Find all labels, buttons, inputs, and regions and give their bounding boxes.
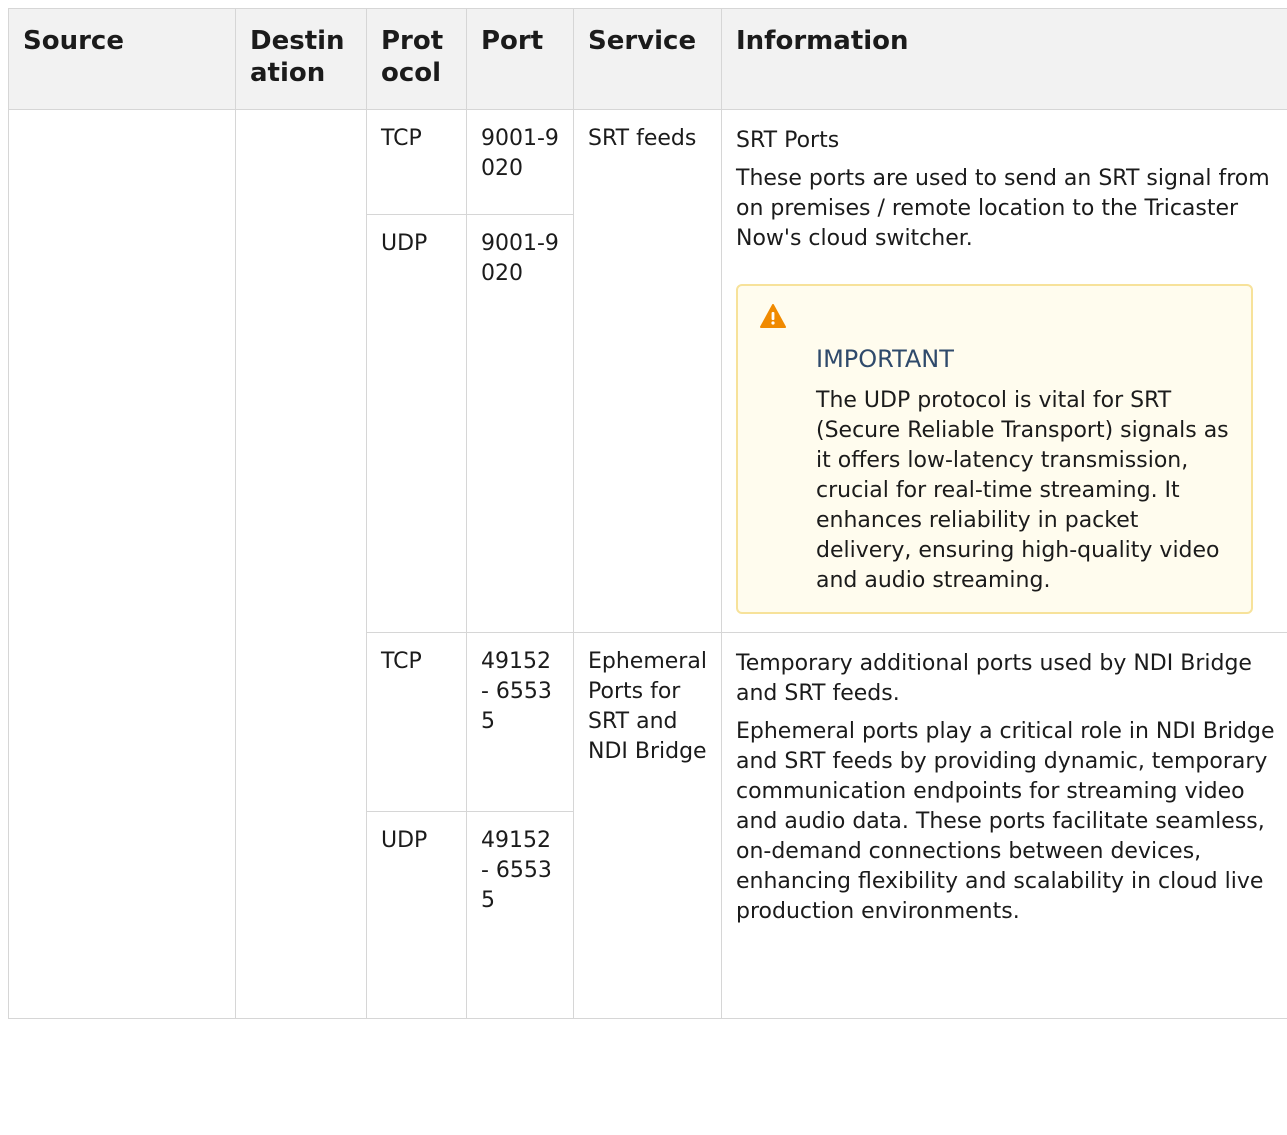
info-text: Ephemeral ports play a critical role in …	[736, 719, 1275, 924]
protocol-cell: UDP	[366, 811, 467, 1019]
port-cell: 9001-9020	[466, 109, 574, 215]
protocol-cell: TCP	[366, 109, 467, 215]
source-cell	[8, 109, 236, 1019]
service-cell: SRT feeds	[573, 109, 722, 633]
info-text: These ports are used to send an SRT sign…	[736, 166, 1270, 251]
header-source: Source	[8, 8, 236, 110]
service-cell: Ephemeral Ports for SRT and NDI Bridge	[573, 632, 722, 1019]
protocol-cell: UDP	[366, 214, 467, 633]
port-cell: 49152 - 65535	[466, 811, 574, 1019]
protocol-cell: TCP	[366, 632, 467, 812]
ports-table: Source Destination Protocol Port Service…	[8, 8, 1287, 1019]
table-body: TCP 9001-9020 SRT feeds SRT Ports These …	[8, 109, 1287, 1019]
header-destination: Destination	[235, 8, 367, 110]
header-port: Port	[466, 8, 574, 110]
header-service: Service	[573, 8, 722, 110]
info-title: Temporary additional ports used by NDI B…	[736, 651, 1252, 706]
port-cell: 9001-9020	[466, 214, 574, 633]
port-cell: 49152 - 65535	[466, 632, 574, 812]
header-information: Information	[721, 8, 1287, 110]
destination-cell	[235, 109, 367, 1019]
header-protocol: Protocol	[366, 8, 467, 110]
information-cell: Temporary additional ports used by NDI B…	[721, 632, 1287, 1019]
table-header: Source Destination Protocol Port Service…	[8, 8, 1287, 110]
callout-title: IMPORTANT	[816, 345, 954, 373]
table-row: TCP 9001-9020 SRT feeds SRT Ports These …	[8, 109, 1287, 1019]
information-cell: SRT Ports These ports are used to send a…	[721, 109, 1287, 633]
header-row: Source Destination Protocol Port Service…	[8, 8, 1287, 110]
callout-text: The UDP protocol is vital for SRT (Secur…	[816, 388, 1229, 593]
page: Source Destination Protocol Port Service…	[0, 0, 1287, 1135]
warning-icon	[760, 304, 786, 328]
info-title: SRT Ports	[736, 128, 840, 153]
important-callout: IMPORTANT The UDP protocol is vital for …	[736, 284, 1253, 614]
